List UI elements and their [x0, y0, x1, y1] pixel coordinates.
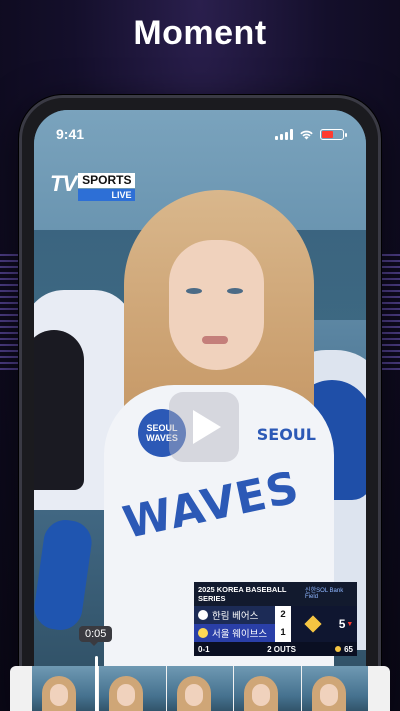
face [169, 240, 264, 370]
team-logo-icon [198, 628, 208, 638]
play-icon [193, 410, 221, 444]
timeline-thumbnail [32, 666, 99, 711]
series-title: 2025 KOREA BASEBALL SERIES [198, 585, 287, 603]
jersey-chest-text: SEOUL [256, 425, 316, 444]
team-row-away: 서울 웨이브스 1 [194, 624, 291, 642]
cellular-signal-icon [275, 128, 293, 140]
ball-strike-count: 0-1 [198, 644, 210, 654]
status-bar: 9:41 [56, 124, 347, 144]
timeline-thumbnail [99, 666, 166, 711]
page-title: Moment [133, 14, 267, 52]
sponsor-text: 신한SOL Bank Field [305, 588, 344, 600]
live-badge: LIVE [78, 189, 136, 201]
pitch-count: 65 [335, 645, 353, 654]
pitch-dot-icon [335, 646, 342, 652]
timeline-thumbnail [234, 666, 301, 711]
bases-diamond-icon [291, 606, 335, 642]
team-row-home: 한림 베어스 2 [194, 606, 291, 624]
status-time: 9:41 [56, 126, 85, 142]
channel-name: SPORTS [78, 173, 136, 188]
team-logo-icon [198, 610, 208, 620]
team-name: 서울 웨이브스 [212, 629, 268, 640]
video-player[interactable]: SEOUL WAVES SEOUL WAVES 9:41 TV SPORTS L… [34, 110, 366, 711]
team-name: 한림 베어스 [212, 611, 259, 622]
team-score: 1 [275, 624, 291, 642]
thumbnail-strip [32, 666, 369, 711]
jersey-text: WAVES [118, 462, 304, 549]
battery-level [322, 130, 333, 138]
status-icons [275, 128, 347, 140]
playhead-handle[interactable] [95, 656, 98, 711]
timeline-thumbnail [301, 666, 369, 711]
timeline-scrubber[interactable] [10, 666, 390, 711]
inning-number: 5 [338, 617, 346, 631]
timeline-thumbnail [166, 666, 234, 711]
channel-logo: TV SPORTS LIVE [50, 171, 136, 201]
pitch-count-value: 65 [344, 644, 353, 654]
play-button[interactable] [169, 392, 239, 462]
inning-down-arrow-icon: ▼ [346, 620, 354, 628]
phone-frame: SEOUL WAVES SEOUL WAVES 9:41 TV SPORTS L… [19, 95, 381, 711]
channel-brand: TV [50, 171, 77, 196]
scoreboard-footer: 0-1 2 OUTS 65 [194, 642, 357, 656]
battery-icon [320, 128, 347, 140]
current-time-tooltip: 0:05 [79, 626, 113, 646]
team-score: 2 [275, 606, 291, 624]
outs-count: 2 OUTS [267, 644, 296, 654]
scoreboard-header: 2025 KOREA BASEBALL SERIES 신한SOL Bank Fi… [194, 582, 357, 606]
inning-indicator: 5 ▼ [335, 606, 357, 642]
wifi-icon [299, 129, 314, 140]
scoreboard: 2025 KOREA BASEBALL SERIES 신한SOL Bank Fi… [194, 582, 357, 656]
